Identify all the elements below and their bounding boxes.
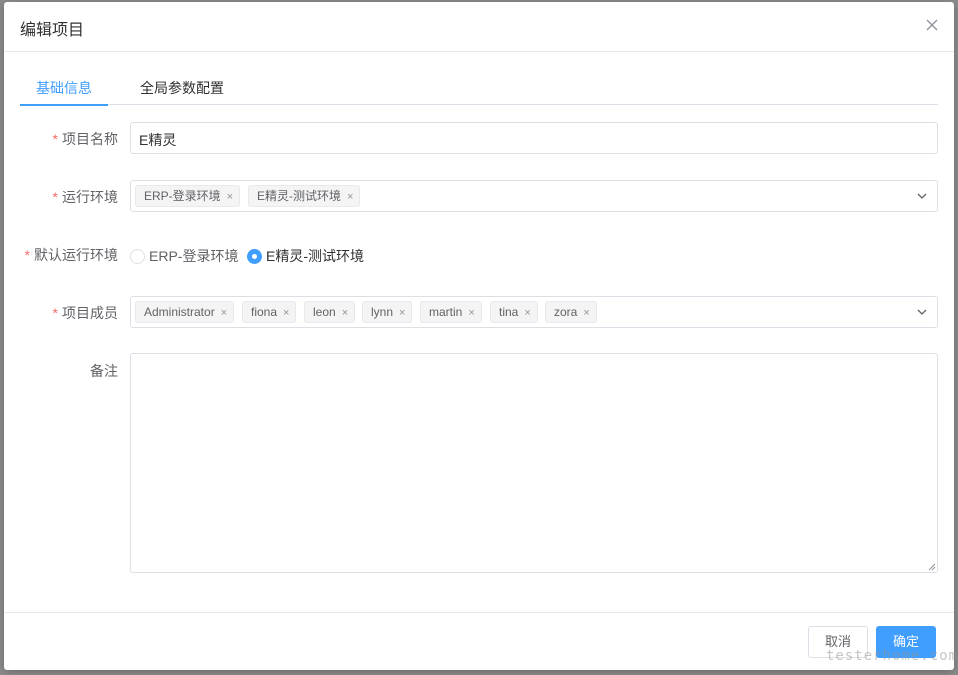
- required-mark: *: [52, 305, 58, 321]
- tag-close-icon[interactable]: ×: [342, 307, 348, 319]
- radio-ejingling-test-env[interactable]: E精灵-测试环境: [247, 246, 364, 266]
- member-tag-label: zora: [554, 305, 578, 319]
- required-mark: *: [52, 189, 58, 205]
- member-tag: Administrator ×: [135, 301, 235, 323]
- run-env-select[interactable]: ERP-登录环境 × E精灵-测试环境 ×: [130, 180, 938, 212]
- members-select[interactable]: Administrator × fiona × leon × lynn × martin…: [130, 296, 938, 328]
- tab-global-params[interactable]: 全局参数配置: [140, 78, 224, 98]
- edit-project-dialog: 编辑项目 基础信息 全局参数配置 * 项目名称 E精灵 * 运行环境 ERP-登录环…: [4, 2, 957, 670]
- watermark: testerhome.com: [826, 648, 958, 664]
- tag-close-icon[interactable]: ×: [524, 307, 530, 319]
- project-name-label: * 项目名称: [4, 129, 118, 149]
- tag-close-icon[interactable]: ×: [583, 307, 589, 319]
- remark-label-text: 备注: [90, 363, 118, 379]
- member-tag: zora ×: [545, 301, 597, 323]
- member-tag-label: lynn: [371, 305, 394, 319]
- run-env-label-text: 运行环境: [62, 189, 118, 205]
- required-mark: *: [24, 247, 30, 263]
- members-label-text: 项目成员: [62, 305, 118, 321]
- env-tag: E精灵-测试环境 ×: [248, 185, 361, 207]
- footer-divider: [4, 612, 954, 613]
- tag-close-icon[interactable]: ×: [283, 307, 289, 319]
- tag-close-icon[interactable]: ×: [227, 191, 233, 203]
- active-tab-indicator: [20, 104, 108, 106]
- radio-circle: [130, 249, 145, 264]
- members-label: * 项目成员: [4, 303, 118, 323]
- tag-close-icon[interactable]: ×: [221, 307, 227, 319]
- env-tag-label: ERP-登录环境: [144, 189, 221, 203]
- remark-textarea[interactable]: [130, 353, 938, 573]
- radio-circle-checked: [247, 249, 262, 264]
- dialog-header: 编辑项目: [4, 2, 954, 52]
- chevron-down-icon[interactable]: [915, 305, 929, 319]
- member-tag: fiona ×: [242, 301, 297, 323]
- member-tag: leon ×: [304, 301, 356, 323]
- default-env-label: * 默认运行环境: [4, 245, 118, 265]
- tag-close-icon[interactable]: ×: [468, 307, 474, 319]
- tab-basic-info[interactable]: 基础信息: [36, 78, 92, 98]
- radio-label: ERP-登录环境: [149, 248, 239, 264]
- dialog-title: 编辑项目: [20, 22, 85, 39]
- member-tag-label: tina: [499, 305, 519, 319]
- member-tag-label: fiona: [251, 305, 278, 319]
- member-tag: martin ×: [420, 301, 482, 323]
- required-mark: *: [52, 131, 58, 147]
- radio-erp-login-env[interactable]: ERP-登录环境: [130, 246, 238, 266]
- radio-label: E精灵-测试环境: [266, 248, 364, 264]
- env-tag-label: E精灵-测试环境: [257, 189, 342, 203]
- project-name-label-text: 项目名称: [62, 131, 118, 147]
- resize-handle-icon[interactable]: [928, 563, 936, 571]
- tag-close-icon[interactable]: ×: [399, 307, 405, 319]
- project-name-input[interactable]: E精灵: [130, 122, 938, 154]
- default-env-label-text: 默认运行环境: [34, 247, 118, 263]
- member-tag: tina ×: [490, 301, 538, 323]
- tag-close-icon[interactable]: ×: [347, 191, 353, 203]
- run-env-label: * 运行环境: [4, 187, 118, 207]
- chevron-down-icon[interactable]: [915, 189, 929, 203]
- env-tag: ERP-登录环境 ×: [135, 185, 241, 207]
- remark-label: 备注: [4, 361, 118, 381]
- tabs-bar: 基础信息 全局参数配置: [20, 70, 938, 106]
- member-tag-label: leon: [313, 305, 336, 319]
- member-tag-label: martin: [429, 305, 463, 319]
- project-name-value: E精灵: [139, 132, 177, 148]
- close-icon[interactable]: [924, 17, 940, 33]
- member-tag-label: Administrator: [144, 305, 215, 319]
- member-tag: lynn ×: [362, 301, 413, 323]
